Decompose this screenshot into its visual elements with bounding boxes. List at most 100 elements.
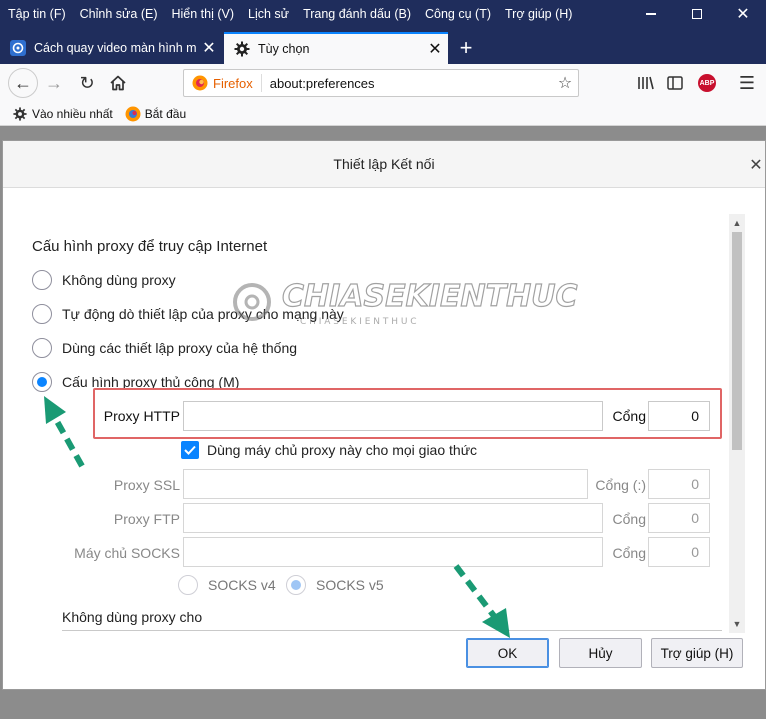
radio-system-proxy[interactable]: Dùng các thiết lập proxy của hệ thống	[32, 338, 297, 358]
scroll-down-icon[interactable]: ▼	[729, 617, 745, 631]
bookmark-label: Bắt đầu	[144, 106, 187, 121]
scroll-thumb[interactable]	[732, 232, 742, 450]
radio-button[interactable]	[178, 575, 198, 595]
scroll-up-icon[interactable]: ▲	[729, 216, 745, 230]
back-button[interactable]: ←	[8, 68, 38, 98]
menu-history[interactable]: Lịch sử	[241, 7, 296, 21]
menu-file[interactable]: Tập tin (F)	[0, 7, 73, 21]
home-icon	[110, 75, 126, 91]
ftp-port-label: Cổng	[612, 511, 646, 527]
tab-title: Cách quay video màn hình máy	[34, 41, 196, 55]
ssl-port-label: Cổng (:)	[595, 477, 646, 493]
radio-button[interactable]	[32, 338, 52, 358]
radio-manual-proxy[interactable]: Cấu hình proxy thủ công (M)	[32, 372, 239, 392]
radio-button[interactable]	[32, 304, 52, 324]
ssl-proxy-label: Proxy SSL	[113, 477, 180, 493]
socks-port-label: Cổng	[612, 545, 646, 561]
app-menu-button[interactable]: ☰	[733, 69, 761, 97]
firefox-icon	[192, 75, 208, 91]
forward-arrow-icon: →	[45, 72, 63, 93]
http-port-input[interactable]: 0	[648, 401, 710, 431]
gear-icon	[12, 106, 28, 122]
bookmark-most-visited[interactable]: Vào nhiều nhất	[12, 106, 113, 122]
window-close-button[interactable]: ✕	[720, 0, 766, 28]
menu-view[interactable]: Hiển thị (V)	[165, 7, 242, 21]
menu-help[interactable]: Trợ giúp (H)	[498, 7, 579, 21]
plus-icon: +	[459, 35, 473, 60]
radio-button[interactable]	[32, 270, 52, 290]
reload-icon: ↻	[79, 72, 95, 93]
tab-title: Tùy chọn	[258, 42, 310, 56]
maximize-icon	[692, 9, 702, 19]
use-for-all-checkbox[interactable]	[181, 441, 199, 459]
adblock-icon: ABP	[698, 74, 716, 92]
use-for-all-label: Dùng máy chủ proxy này cho mọi giao thức	[207, 442, 478, 458]
cancel-button[interactable]: Hủy	[559, 638, 642, 668]
menu-bookmarks[interactable]: Trang đánh dấu (B)	[296, 7, 418, 21]
radio-no-proxy[interactable]: Không dùng proxy	[32, 270, 176, 290]
forward-button[interactable]: →	[40, 69, 68, 97]
tab-strip: Cách quay video màn hình máy ✕ Tùy chọn …	[0, 28, 766, 64]
identity-label: Firefox	[213, 74, 262, 92]
library-button[interactable]	[632, 69, 660, 97]
menu-tools[interactable]: Công cụ (T)	[418, 7, 498, 21]
dialog-title: Thiết lập Kết nối	[333, 156, 435, 172]
http-proxy-label: Proxy HTTP	[103, 408, 180, 424]
socks-host-input[interactable]	[183, 537, 603, 567]
checkmark-icon	[184, 445, 196, 455]
radio-auto-detect[interactable]: Tự động dò thiết lập của proxy cho mạng …	[32, 304, 344, 324]
bookmark-star-icon[interactable]: ☆	[552, 73, 578, 93]
radio-socks-v5[interactable]: SOCKS v5	[286, 575, 384, 595]
tab-close-icon[interactable]: ✕	[422, 39, 448, 59]
radio-label: Dùng các thiết lập proxy của hệ thống	[62, 340, 298, 356]
library-icon	[638, 76, 654, 90]
radio-label: Cấu hình proxy thủ công (M)	[62, 374, 240, 390]
url-input[interactable]	[261, 75, 552, 91]
http-proxy-input[interactable]	[183, 401, 603, 431]
maximize-button[interactable]	[674, 0, 720, 28]
tab-article[interactable]: Cách quay video màn hình máy ✕	[0, 32, 222, 64]
tab-close-icon[interactable]: ✕	[196, 38, 222, 58]
radio-button-selected[interactable]	[32, 372, 52, 392]
bookmarks-toolbar: Vào nhiều nhất Bắt đầu	[0, 102, 766, 126]
socks-host-label: Máy chủ SOCKS	[74, 545, 180, 561]
dialog-close-icon[interactable]: ✕	[747, 155, 765, 175]
bookmark-label: Vào nhiều nhất	[32, 106, 113, 121]
home-button[interactable]	[104, 69, 132, 97]
minimize-button[interactable]	[628, 0, 674, 28]
radio-label: SOCKS v4	[208, 577, 276, 593]
firefox-icon	[125, 106, 141, 122]
radio-label: SOCKS v5	[316, 577, 384, 593]
http-port-label: Cổng	[612, 408, 646, 424]
ftp-proxy-label: Proxy FTP	[113, 511, 180, 527]
bookmark-getting-started[interactable]: Bắt đầu	[125, 106, 186, 122]
tab-preferences[interactable]: Tùy chọn ✕	[224, 32, 448, 64]
close-icon: ✕	[736, 6, 750, 23]
help-button[interactable]: Trợ giúp (H)	[651, 638, 743, 668]
ssl-port-input[interactable]: 0	[648, 469, 710, 499]
ok-button[interactable]: OK	[466, 638, 549, 668]
socks-port-input[interactable]: 0	[648, 537, 710, 567]
no-proxy-textarea-edge[interactable]	[62, 630, 722, 634]
radio-socks-v4[interactable]: SOCKS v4	[178, 575, 276, 595]
radio-button-selected[interactable]	[286, 575, 306, 595]
radio-dot	[291, 580, 301, 590]
site-favicon-icon	[10, 40, 26, 56]
radio-dot	[37, 377, 47, 387]
section-title: Cấu hình proxy để truy cập Internet	[32, 238, 268, 255]
ssl-proxy-input[interactable]	[183, 469, 588, 499]
ftp-proxy-input[interactable]	[183, 503, 603, 533]
reload-button[interactable]: ↻	[73, 69, 101, 97]
menu-edit[interactable]: Chỉnh sửa (E)	[73, 7, 165, 21]
radio-label: Không dùng proxy	[62, 272, 176, 288]
dialog-scrollbar[interactable]: ▲ ▼	[729, 214, 745, 633]
radio-label: Tự động dò thiết lập của proxy cho mạng …	[62, 306, 344, 322]
ftp-port-input[interactable]: 0	[648, 503, 710, 533]
new-tab-button[interactable]: +	[452, 34, 480, 62]
navigation-toolbar: ← → ↻ Firefox ☆ ABP ☰	[0, 64, 766, 102]
no-proxy-for-label: Không dùng proxy cho	[62, 609, 203, 625]
back-arrow-icon: ←	[14, 72, 32, 93]
adblock-button[interactable]: ABP	[693, 69, 721, 97]
sidebar-button[interactable]	[661, 69, 689, 97]
url-bar[interactable]: Firefox ☆	[183, 69, 579, 97]
